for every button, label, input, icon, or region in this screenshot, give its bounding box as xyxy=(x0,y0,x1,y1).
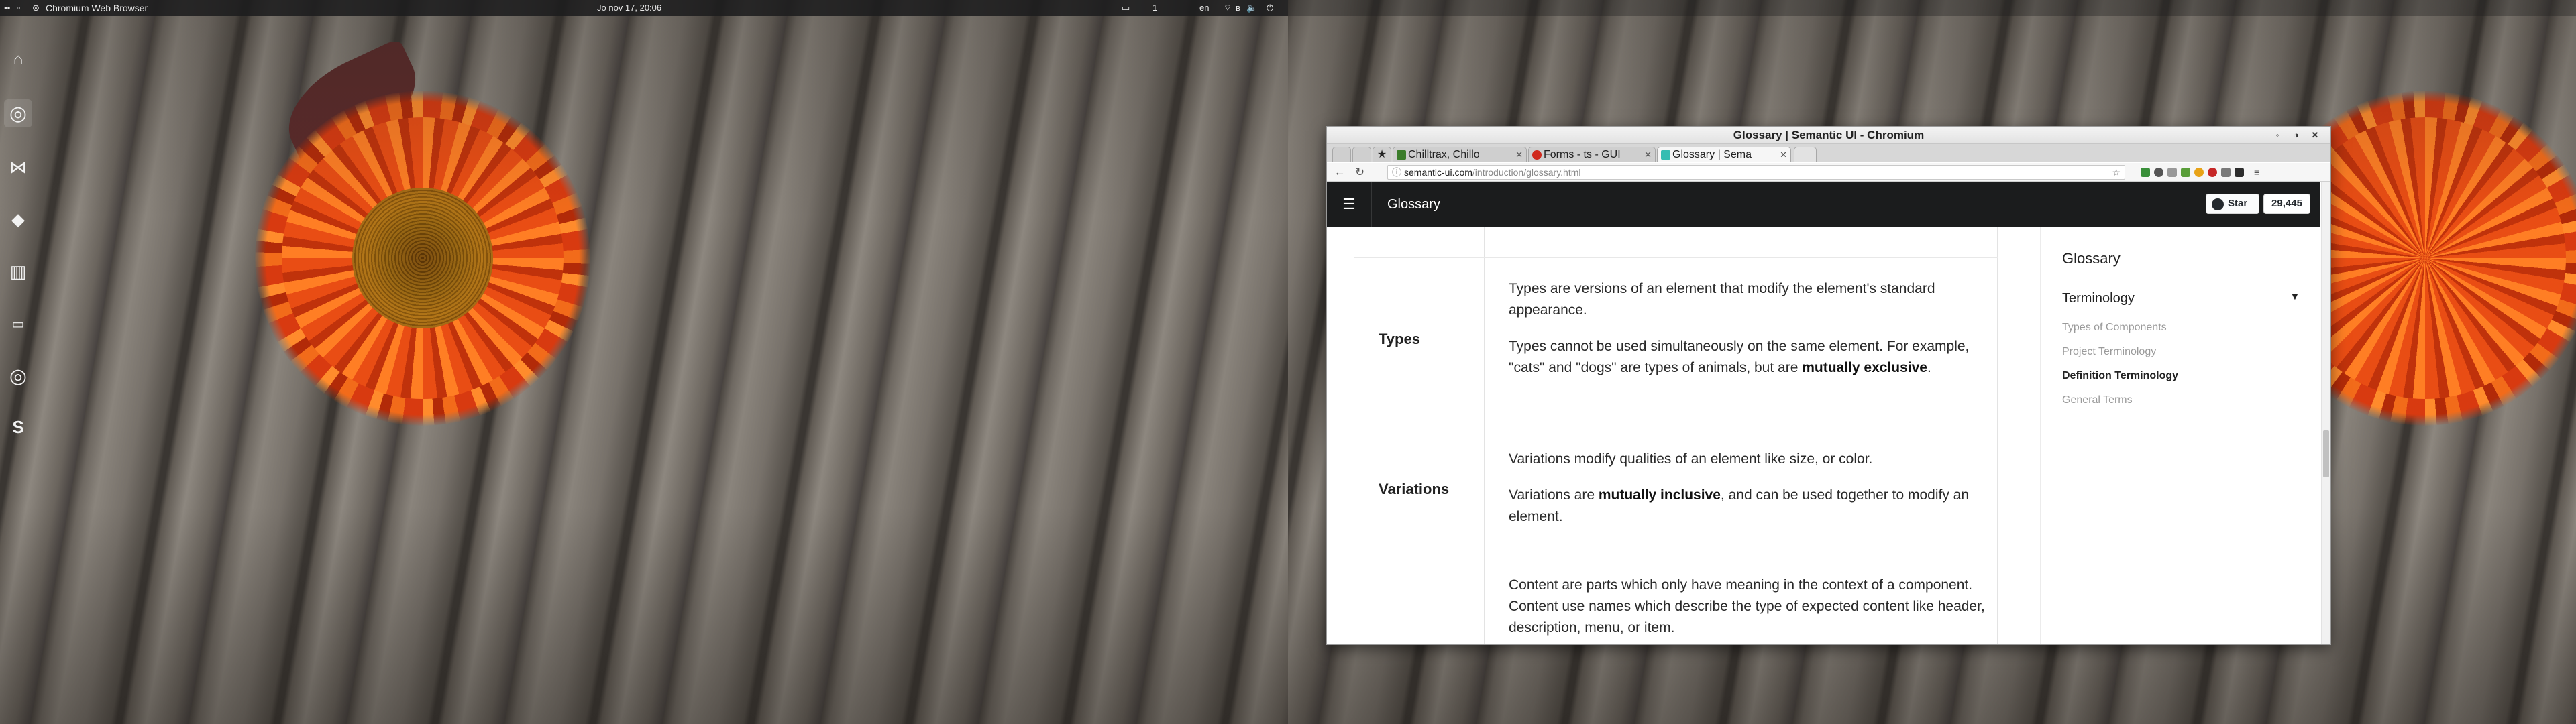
power-icon[interactable]: ⏻ xyxy=(1267,0,1273,16)
toc-link[interactable]: Types of Components xyxy=(2062,322,2167,334)
table-row: Types Types are versions of an element t… xyxy=(1354,257,1998,428)
close-icon[interactable]: ⊗ xyxy=(32,0,40,16)
chrome-icon[interactable]: ◎ xyxy=(7,365,30,387)
tab-pinned-2[interactable] xyxy=(1352,147,1371,162)
page-scrollbar[interactable] xyxy=(2321,182,2330,644)
definition-paragraph: Types cannot be used simultaneously on t… xyxy=(1509,339,1970,375)
tab-close-icon[interactable]: ✕ xyxy=(1780,147,1787,162)
row-term: Types xyxy=(1379,330,1420,347)
extension-icon[interactable] xyxy=(2167,168,2177,177)
extension-icon[interactable] xyxy=(2208,168,2217,177)
menu-icon[interactable]: ▪▪ xyxy=(4,0,10,16)
row-definition: Types are versions of an element that mo… xyxy=(1509,278,1992,394)
bluetooth-icon[interactable]: ʙ xyxy=(1236,0,1240,16)
toc-link-active[interactable]: Definition Terminology xyxy=(2062,370,2178,382)
row-term: Variations xyxy=(1379,481,1450,497)
minimize-icon[interactable]: ◦ xyxy=(2271,129,2284,141)
window-icon[interactable]: ▫ xyxy=(17,0,21,16)
tab-pinned-3[interactable]: ★ xyxy=(1373,147,1391,162)
toc-section-terminology[interactable]: Terminology xyxy=(2062,291,2135,306)
extension-icon[interactable] xyxy=(2181,168,2190,177)
wallpaper-left xyxy=(0,0,1288,724)
volume-icon[interactable]: 🔈 xyxy=(1246,0,1257,16)
forms-favicon-icon xyxy=(1532,150,1542,160)
site-menu: ☰ Glossary Star 29,445 xyxy=(1327,182,2320,227)
wifi-icon[interactable]: ⌔ xyxy=(1224,0,1232,16)
extension-icon[interactable] xyxy=(2154,168,2163,177)
extension-icon[interactable] xyxy=(2194,168,2204,177)
scrollbar-thumb[interactable] xyxy=(2323,430,2329,477)
top-panel-left: ▪▪ ▫ ⊗ Chromium Web Browser Jo nov 17, 2… xyxy=(0,0,1288,16)
close-icon[interactable]: ✕ xyxy=(2309,129,2321,141)
extension-icon[interactable] xyxy=(2235,168,2244,177)
reload-icon[interactable]: ↻ xyxy=(1352,165,1367,180)
github-icon xyxy=(2212,198,2224,210)
row-definition: Content are parts which only have meanin… xyxy=(1509,575,1992,644)
vscode-icon[interactable]: ⋈ xyxy=(7,156,30,178)
flower-leaf xyxy=(271,38,433,170)
piano-icon[interactable]: ▥ xyxy=(7,260,30,283)
table-row: Content are parts which only have meanin… xyxy=(1354,554,1998,644)
url-input[interactable]: ⓘ semantic-ui.com/introduction/glossary.… xyxy=(1387,165,2125,180)
tab-forms[interactable]: Forms - ts - GUI ✕ xyxy=(1528,147,1656,162)
definition-paragraph: Variations modify qualities of an elemen… xyxy=(1509,451,1873,467)
github-star-button[interactable]: Star xyxy=(2206,194,2259,214)
table-row xyxy=(1354,227,1998,257)
chilltrax-favicon-icon xyxy=(1397,150,1406,160)
new-tab-button[interactable] xyxy=(1794,147,1817,162)
workspace-icon[interactable]: 1 xyxy=(1152,0,1157,16)
window-titlebar[interactable]: Glossary | Semantic UI - Chromium ◦ ◑ ✕ xyxy=(1327,127,2330,144)
web-page: ☰ Glossary Star 29,445 Types Types are v… xyxy=(1327,182,2320,644)
definition-paragraph: Types are versions of an element that mo… xyxy=(1509,281,1935,318)
chromium-icon[interactable]: ◎ xyxy=(4,99,32,127)
keyboard-layout[interactable]: en xyxy=(1199,0,1209,16)
home-icon[interactable]: ⌂ xyxy=(7,48,30,71)
bookmark-star-icon[interactable]: ☆ xyxy=(2112,166,2121,179)
github-star-count[interactable]: 29,445 xyxy=(2263,194,2310,214)
toc-heading[interactable]: Glossary xyxy=(2062,250,2121,267)
tab-close-icon[interactable]: ✕ xyxy=(1644,147,1652,162)
caret-down-icon[interactable]: ▼ xyxy=(2290,291,2300,302)
tab-chilltrax[interactable]: Chilltrax, Chillo ✕ xyxy=(1393,147,1527,162)
tab-glossary[interactable]: Glossary | Sema ✕ xyxy=(1657,147,1791,162)
semantic-favicon-icon xyxy=(1661,150,1670,160)
terminal-icon[interactable]: ▭ xyxy=(7,312,30,335)
back-icon[interactable]: ← xyxy=(1332,165,1347,180)
skype-icon[interactable]: S xyxy=(7,416,30,438)
extension-icon[interactable] xyxy=(2141,168,2150,177)
toolbar: ← ↻ ⓘ semantic-ui.com/introduction/gloss… xyxy=(1327,163,2330,182)
row-definition: Variations modify qualities of an elemen… xyxy=(1509,448,1992,542)
toc-link[interactable]: Project Terminology xyxy=(2062,346,2156,358)
glossary-table: Types Types are versions of an element t… xyxy=(1354,227,1998,644)
browser-window: Glossary | Semantic UI - Chromium ◦ ◑ ✕ … xyxy=(1327,127,2330,644)
maximize-icon[interactable]: ◑ xyxy=(2290,129,2302,141)
definition-paragraph: Content are parts which only have meanin… xyxy=(1509,577,1985,636)
menu-icon[interactable]: ≡ xyxy=(2254,168,2263,177)
clock[interactable]: Jo nov 17, 20:06 xyxy=(597,0,661,16)
window-title: Glossary | Semantic UI - Chromium xyxy=(1733,129,1925,141)
definition-paragraph: Variations are mutually inclusive, and c… xyxy=(1509,487,1970,524)
git-icon[interactable]: ◆ xyxy=(7,208,30,231)
tab-pinned-1[interactable] xyxy=(1332,147,1351,162)
display-icon[interactable]: ▭ xyxy=(1122,0,1130,16)
tab-strip: ★ Chilltrax, Chillo ✕ Forms - ts - GUI ✕… xyxy=(1327,144,2330,162)
top-panel-right xyxy=(1288,0,2576,16)
sunflower-image xyxy=(255,90,590,426)
info-icon[interactable]: ⓘ xyxy=(1392,166,1401,179)
page-title: Glossary xyxy=(1387,197,1440,212)
sidebar-toggle-icon[interactable]: ☰ xyxy=(1339,196,1359,213)
right-rail-toc: Glossary Terminology ▼ Types of Componen… xyxy=(2040,227,2320,644)
tab-close-icon[interactable]: ✕ xyxy=(1515,147,1523,162)
dock: ⌂ ◎ ⋈ ◆ ▥ ▭ ◎ S xyxy=(0,40,36,469)
table-row: Variations Variations modify qualities o… xyxy=(1354,428,1998,554)
toc-link[interactable]: General Terms xyxy=(2062,394,2133,406)
extension-icon[interactable] xyxy=(2221,168,2231,177)
active-window-title: Chromium Web Browser xyxy=(46,3,148,13)
